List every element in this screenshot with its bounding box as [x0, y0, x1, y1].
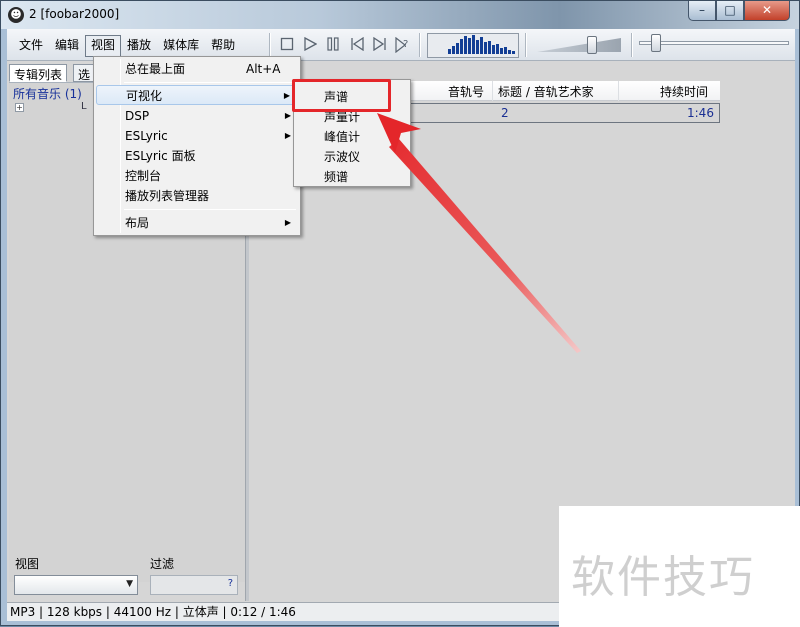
- view-label: 视图: [15, 557, 40, 571]
- minimize-icon: –: [699, 3, 705, 17]
- menu-file[interactable]: 文件: [13, 35, 49, 57]
- submenu-item-oscilloscope[interactable]: 示波仪: [324, 148, 360, 165]
- visualizer-bar: [484, 42, 487, 54]
- volume-slider-track: [537, 38, 621, 52]
- toolbar-separator: [269, 33, 271, 57]
- submenu-item-spectrum[interactable]: 频谱: [324, 168, 348, 185]
- duration-cell: 1:46: [687, 106, 714, 120]
- watermark-text: 软件技巧: [571, 552, 755, 603]
- toolbar-separator: [419, 33, 421, 57]
- menu-item-layout[interactable]: 布局 ▶: [96, 213, 298, 233]
- submenu-item-peak-meter[interactable]: 峰值计: [324, 128, 360, 145]
- menu-view[interactable]: 视图: [85, 35, 122, 57]
- visualizer-bar: [472, 35, 475, 54]
- submenu-arrow-icon: ▶: [284, 131, 291, 140]
- menu-item-playlist-manager[interactable]: 播放列表管理器: [96, 186, 298, 206]
- visualizer-bar: [464, 36, 467, 54]
- visualizer-bar: [480, 37, 483, 54]
- menu-item-label: 布局: [125, 216, 150, 230]
- column-separator[interactable]: [492, 81, 493, 101]
- visualizer-bar: [448, 49, 451, 54]
- visualizer-bar: [512, 51, 515, 54]
- visualizer-bar: [508, 50, 511, 54]
- visualizer-bar: [504, 47, 507, 54]
- visualizer-bar: [476, 40, 479, 54]
- visualizer-bar: [452, 46, 455, 54]
- menu-item-console[interactable]: 控制台: [96, 166, 298, 186]
- column-separator[interactable]: [618, 81, 619, 101]
- column-track-number[interactable]: 音轨号: [448, 83, 484, 100]
- column-title-artist[interactable]: 标题 / 音轨艺术家: [498, 83, 594, 100]
- menu-item-eslyric[interactable]: ESLyric ▶: [96, 126, 298, 146]
- maximize-button[interactable]: □: [716, 1, 744, 21]
- stop-icon[interactable]: [279, 37, 295, 53]
- play-icon[interactable]: [302, 36, 318, 53]
- chevron-down-icon: ▼: [126, 579, 133, 589]
- random-icon[interactable]: ?: [395, 36, 411, 54]
- next-icon[interactable]: [372, 36, 388, 53]
- close-button[interactable]: ✕: [744, 1, 790, 21]
- menu-item-label: ESLyric 面板: [125, 149, 196, 163]
- menu-item-label: 播放列表管理器: [125, 189, 210, 203]
- track-number-cell: 2: [501, 106, 509, 120]
- menu-item-label: DSP: [125, 109, 150, 123]
- visualizer-bar: [488, 41, 491, 54]
- menu-item-visualization[interactable]: 可视化 ▶: [96, 85, 298, 105]
- menu-library[interactable]: 媒体库: [157, 35, 205, 57]
- menu-item-label: 控制台: [125, 169, 162, 183]
- volume-slider[interactable]: [531, 34, 627, 58]
- visualizer-bar: [456, 43, 459, 54]
- menu-separator: [124, 209, 296, 210]
- svg-text:?: ?: [403, 39, 408, 50]
- menu-help[interactable]: 帮助: [205, 35, 241, 57]
- submenu-arrow-icon: ▶: [284, 111, 291, 120]
- seek-bar-thumb[interactable]: [651, 34, 661, 52]
- filter-help-icon[interactable]: ?: [228, 578, 233, 589]
- visualizer-bar: [496, 44, 499, 54]
- submenu-arrow-icon: ▶: [284, 218, 291, 227]
- visualizer-bar: [468, 38, 471, 54]
- menu-item-eslyric-panel[interactable]: ESLyric 面板: [96, 146, 298, 166]
- spectrum-visualizer[interactable]: [427, 33, 519, 58]
- menu-playback[interactable]: 播放: [121, 35, 157, 57]
- view-menu: 总在最上面 Alt+A 可视化 ▶ DSP ▶ ESLyric ▶ ESLyri…: [93, 56, 301, 236]
- foobar-app-icon[interactable]: ☻: [8, 7, 24, 23]
- visualizer-bar: [500, 48, 503, 54]
- filter-label: 过滤: [150, 557, 175, 571]
- menu-bar: 文件 编辑 视图 播放 媒体库 帮助: [13, 35, 241, 57]
- tree-expand-icon[interactable]: +: [15, 103, 24, 112]
- toolbar-separator: [631, 33, 633, 57]
- tree-item-all-music[interactable]: 所有音乐 (1): [13, 85, 82, 102]
- menu-item-always-on-top[interactable]: 总在最上面 Alt+A: [96, 59, 298, 79]
- menu-item-label: ESLyric: [125, 129, 168, 143]
- volume-slider-thumb[interactable]: [587, 36, 597, 54]
- previous-icon[interactable]: [349, 36, 365, 53]
- menu-item-shortcut: Alt+A: [246, 62, 281, 76]
- close-icon: ✕: [761, 3, 773, 17]
- menu-item-dsp[interactable]: DSP ▶: [96, 106, 298, 126]
- menu-item-label: 总在最上面: [125, 62, 186, 76]
- menu-edit[interactable]: 编辑: [49, 35, 85, 57]
- tree-item-child[interactable]: L: [81, 101, 87, 112]
- window-title: 2 [foobar2000]: [29, 7, 120, 21]
- seek-bar[interactable]: [639, 41, 789, 45]
- toolbar-separator: [525, 33, 527, 57]
- minimize-button[interactable]: –: [688, 1, 716, 21]
- maximize-icon: □: [724, 3, 736, 17]
- submenu-arrow-icon: ▶: [283, 91, 290, 100]
- menu-separator: [124, 82, 296, 83]
- pause-icon[interactable]: [325, 37, 341, 53]
- view-select[interactable]: ▼: [14, 575, 138, 595]
- visualizer-bar: [492, 45, 495, 54]
- filter-input[interactable]: ?: [150, 575, 238, 595]
- tab-album-list[interactable]: 专辑列表: [9, 64, 68, 82]
- annotation-highlight-box: [292, 79, 391, 112]
- title-bar[interactable]: ☻ 2 [foobar2000] – □ ✕: [1, 1, 799, 29]
- foobar2000-window: ☻ 2 [foobar2000] – □ ✕ 文件 编辑 视图 播放 媒体库 帮…: [0, 0, 800, 627]
- visualizer-bar: [460, 39, 463, 54]
- column-duration[interactable]: 持续时间: [660, 83, 708, 100]
- menu-item-label: 可视化: [126, 89, 163, 103]
